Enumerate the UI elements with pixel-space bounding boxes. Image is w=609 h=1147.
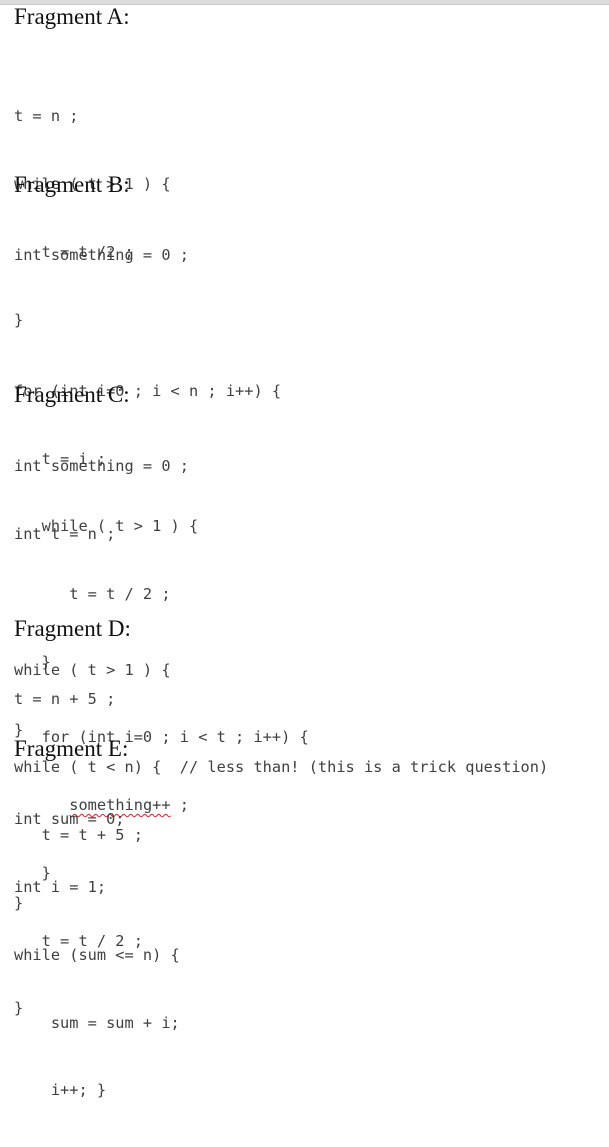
code-line: int sum = 0;	[14, 810, 125, 829]
fragment-c-heading: Fragment C:	[14, 382, 130, 407]
code-line: i++; }	[14, 1081, 107, 1100]
code-line: sum = sum + i;	[14, 1013, 180, 1032]
fragment-d-heading: Fragment D:	[14, 616, 131, 641]
code-line: int something = 0 ;	[14, 457, 189, 476]
code-line: t = n + 5 ;	[14, 690, 116, 709]
code-line: t = n ;	[14, 107, 79, 126]
code-line: int t = n ;	[14, 524, 116, 543]
code-line: ​	[14, 312, 281, 335]
code-line: int something = 0 ;	[14, 246, 189, 265]
code-line: while (sum <= n) {	[14, 945, 180, 964]
fragment-b-heading: Fragment B:	[14, 172, 130, 197]
fragment-e-code: int sum = 0; int i = 1; while (sum <= n)…	[14, 763, 180, 1147]
code-line: ​	[14, 591, 309, 614]
fragment-e-heading: Fragment E:	[14, 736, 129, 761]
code-line: int i = 1;	[14, 877, 107, 896]
fragment-a-heading: Fragment A:	[14, 4, 130, 29]
